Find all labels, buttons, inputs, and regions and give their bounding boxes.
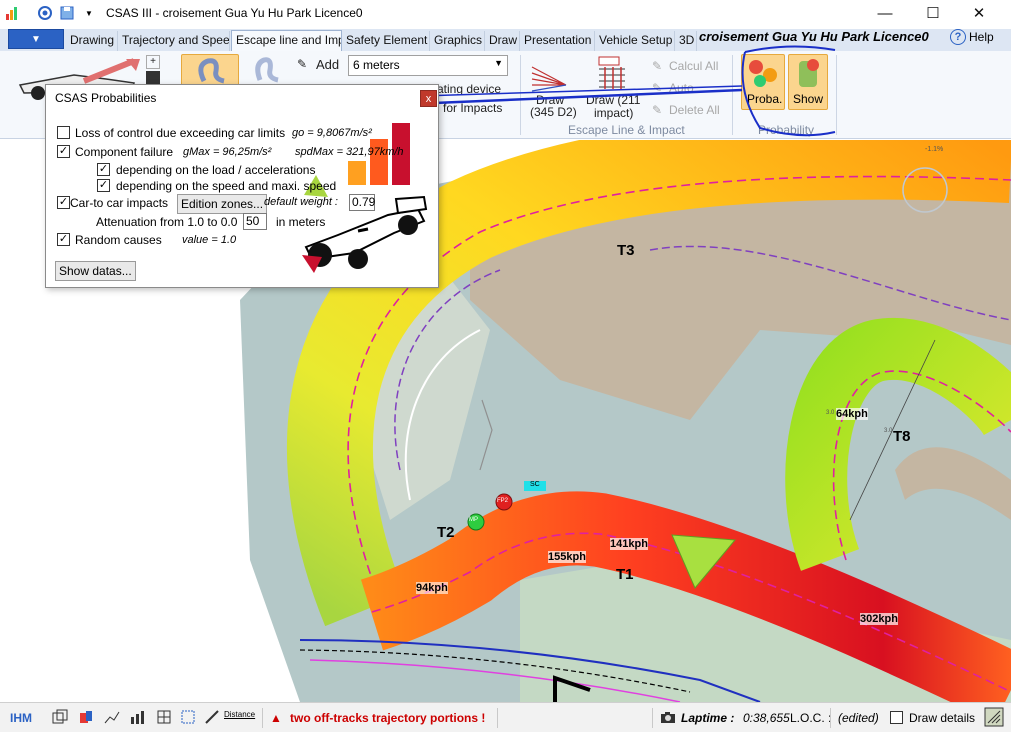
laptime-value: 0:38,655: [743, 711, 790, 725]
layers-icon[interactable]: [52, 709, 68, 725]
speed-label-64: 64kph: [836, 408, 868, 420]
gmax-value: gMax = 96,25m/s²: [183, 146, 272, 158]
dialog-title: CSAS Probabilities: [55, 91, 157, 105]
select-box-icon[interactable]: [180, 709, 196, 725]
csas-probabilities-dialog: CSAS Probabilities x Loss of control due…: [45, 84, 439, 288]
attenuation-label: Attenuation from 1.0 to 0.0: [96, 215, 238, 229]
ihm-label[interactable]: IHM: [10, 711, 32, 725]
depending-speed-label: depending on the speed and maxi. speed: [116, 179, 337, 193]
loss-of-control-checkbox[interactable]: [57, 126, 70, 139]
small-value-label: 3.0: [826, 410, 835, 416]
marker-sc-label: SC: [530, 481, 540, 488]
attenuation-input[interactable]: 50: [243, 213, 267, 230]
status-separator: [497, 708, 498, 728]
camera-icon: [660, 709, 676, 725]
marker-fp2-label: FP2: [497, 498, 509, 504]
show-datas-button[interactable]: Show datas...: [55, 261, 136, 281]
car-to-car-label: Car-to car impacts: [70, 196, 169, 210]
edited-status: (edited): [838, 711, 879, 725]
small-value-label: 3.0: [884, 428, 893, 434]
turn-label-t3: T3: [617, 242, 635, 259]
car-to-car-checkbox[interactable]: ✓: [57, 196, 70, 209]
status-separator: [262, 708, 263, 728]
go-value: go = 9,8067m/s²: [292, 127, 372, 139]
cube-3d-icon[interactable]: [78, 709, 94, 725]
speed-label-302: 302kph: [860, 613, 898, 625]
random-causes-checkbox[interactable]: ✓: [57, 233, 70, 246]
default-weight-input[interactable]: 0.79: [349, 194, 375, 211]
random-causes-label: Random causes: [75, 233, 162, 247]
draw-details-checkbox[interactable]: [890, 711, 903, 724]
line-graph-icon[interactable]: [104, 709, 120, 725]
turn-label-t2: T2: [437, 524, 455, 541]
component-failure-label: Component failure: [75, 145, 174, 159]
dialog-close-button[interactable]: x: [420, 90, 437, 107]
off-track-warning: two off-tracks trajectory portions !: [290, 711, 486, 725]
default-weight-label: default weight :: [264, 196, 338, 208]
marker-mp-label: MP: [469, 517, 478, 523]
app-window: ▼ CSAS III - croisement Gua Yu Hu Park L…: [0, 0, 1011, 732]
edition-zones-button[interactable]: Edition zones...: [177, 194, 268, 214]
warning-icon: ▲: [270, 711, 282, 725]
depending-load-label: depending on the load / accelerations: [116, 163, 316, 177]
status-separator: [830, 708, 831, 728]
turn-label-t8: T8: [893, 428, 911, 445]
measure-tool-icon[interactable]: [204, 709, 220, 725]
speed-label-141: 141kph: [610, 538, 648, 550]
turn-label-t1: T1: [616, 566, 634, 583]
speed-label-155: 155kph: [548, 551, 586, 563]
draw-details-label: Draw details: [909, 711, 976, 725]
laptime-label: Laptime :: [681, 711, 735, 725]
random-value: value = 1.0: [182, 234, 237, 246]
spdmax-value: spdMax = 321,97km/h: [295, 146, 404, 158]
loss-of-control-label: Loss of control due exceeding car limits: [75, 126, 286, 140]
depending-speed-checkbox[interactable]: ✓: [97, 179, 110, 192]
resize-grip-icon[interactable]: [984, 707, 1004, 727]
component-failure-checkbox[interactable]: ✓: [57, 145, 70, 158]
bar-graph-icon[interactable]: [130, 709, 146, 725]
speed-label-94: 94kph: [416, 582, 448, 594]
distance-tool-button[interactable]: Distance: [224, 710, 255, 719]
loc-label: L.O.C. :: [790, 711, 832, 725]
slope-label: -1.1%: [925, 146, 944, 153]
depending-load-checkbox[interactable]: ✓: [97, 163, 110, 176]
grid-flag-icon[interactable]: [156, 709, 172, 725]
status-separator: [652, 708, 653, 728]
attenuation-unit: in meters: [276, 215, 326, 229]
status-bar: IHM Distance ▲ two off-tracks trajectory…: [0, 702, 1011, 732]
